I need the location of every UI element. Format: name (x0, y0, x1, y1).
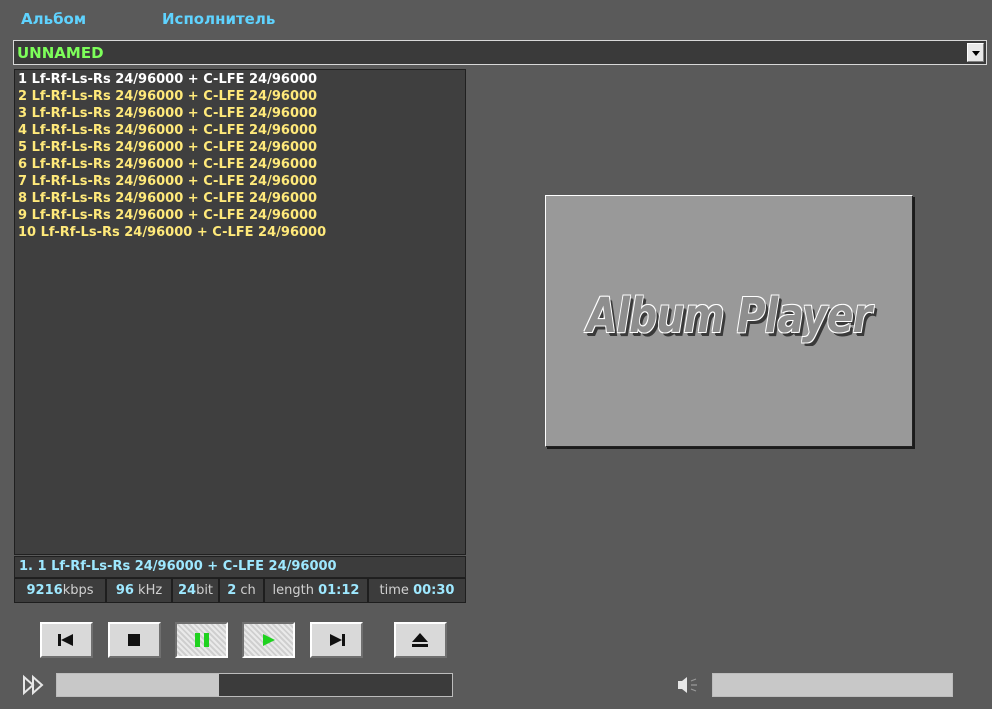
play-icon (263, 634, 275, 646)
now-playing-text: 1. 1 Lf-Rf-Ls-Rs 24/96000 + C-LFE 24/960… (19, 559, 337, 574)
playlist-item[interactable]: 1 Lf-Rf-Ls-Rs 24/96000 + C-LFE 24/96000 (18, 72, 317, 87)
volume-level (713, 674, 952, 696)
seek-progress (57, 674, 219, 696)
album-cover: Album Player (545, 195, 913, 447)
fast-forward-icon (23, 674, 44, 696)
bitrate-value: 9216 (26, 583, 63, 598)
bitrate-unit: kbps (62, 583, 94, 598)
album-select[interactable]: UNNAMED (13, 40, 987, 65)
eject-icon (412, 633, 428, 647)
pause-button[interactable] (175, 622, 228, 658)
playlist-item[interactable]: 2 Lf-Rf-Ls-Rs 24/96000 + C-LFE 24/96000 (18, 89, 317, 104)
next-button[interactable] (310, 622, 363, 658)
stop-button[interactable] (108, 622, 161, 658)
bitrate-cell: 9216kbps (14, 578, 106, 603)
volume-slider[interactable] (712, 673, 953, 697)
artist-header-label[interactable]: Исполнитель (162, 10, 275, 28)
channels-value: 2 (227, 583, 237, 598)
playlist-item[interactable]: 4 Lf-Rf-Ls-Rs 24/96000 + C-LFE 24/96000 (18, 123, 317, 138)
playlist-item[interactable]: 6 Lf-Rf-Ls-Rs 24/96000 + C-LFE 24/96000 (18, 157, 317, 172)
album-player-logo: Album Player (586, 288, 872, 344)
playlist-item[interactable]: 7 Lf-Rf-Ls-Rs 24/96000 + C-LFE 24/96000 (18, 174, 317, 189)
speaker-icon[interactable] (674, 675, 704, 695)
playlist-item[interactable]: 10 Lf-Rf-Ls-Rs 24/96000 + C-LFE 24/96000 (18, 225, 326, 240)
playlist-item[interactable]: 8 Lf-Rf-Ls-Rs 24/96000 + C-LFE 24/96000 (18, 191, 317, 206)
playlist-item[interactable]: 9 Lf-Rf-Ls-Rs 24/96000 + C-LFE 24/96000 (18, 208, 317, 223)
seek-slider[interactable] (56, 673, 453, 697)
chevron-down-icon[interactable] (967, 43, 984, 62)
channels-unit: ch (240, 583, 256, 598)
samplerate-unit: kHz (138, 583, 163, 598)
length-cell: length 01:12 (264, 578, 368, 603)
length-label: length (272, 583, 314, 598)
skip-back-icon (58, 634, 73, 646)
samplerate-value: 96 (115, 583, 134, 598)
previous-button[interactable] (40, 622, 93, 658)
pause-icon (195, 633, 209, 647)
play-button[interactable] (242, 622, 295, 658)
bitdepth-unit: bit (196, 583, 214, 598)
time-cell: time 00:30 (368, 578, 466, 603)
time-value: 00:30 (413, 583, 455, 598)
album-select-value: UNNAMED (17, 44, 104, 62)
playlist-item[interactable]: 5 Lf-Rf-Ls-Rs 24/96000 + C-LFE 24/96000 (18, 140, 317, 155)
bitdepth-value: 24 (177, 583, 197, 598)
length-value: 01:12 (318, 583, 360, 598)
time-label: time (379, 583, 409, 598)
stop-icon (128, 634, 140, 646)
playlist[interactable]: 1 Lf-Rf-Ls-Rs 24/96000 + C-LFE 24/96000 … (14, 69, 466, 555)
channels-cell: 2 ch (219, 578, 264, 603)
skip-forward-icon (330, 634, 345, 646)
now-playing-bar: 1. 1 Lf-Rf-Ls-Rs 24/96000 + C-LFE 24/960… (14, 556, 466, 578)
album-header-label[interactable]: Альбом (21, 10, 86, 28)
stream-info: 9216kbps 96 kHz 24bit 2 ch length 01:12 … (14, 578, 466, 603)
eject-button[interactable] (394, 622, 447, 658)
samplerate-cell: 96 kHz (106, 578, 172, 603)
playlist-item[interactable]: 3 Lf-Rf-Ls-Rs 24/96000 + C-LFE 24/96000 (18, 106, 317, 121)
bitdepth-cell: 24bit (172, 578, 219, 603)
